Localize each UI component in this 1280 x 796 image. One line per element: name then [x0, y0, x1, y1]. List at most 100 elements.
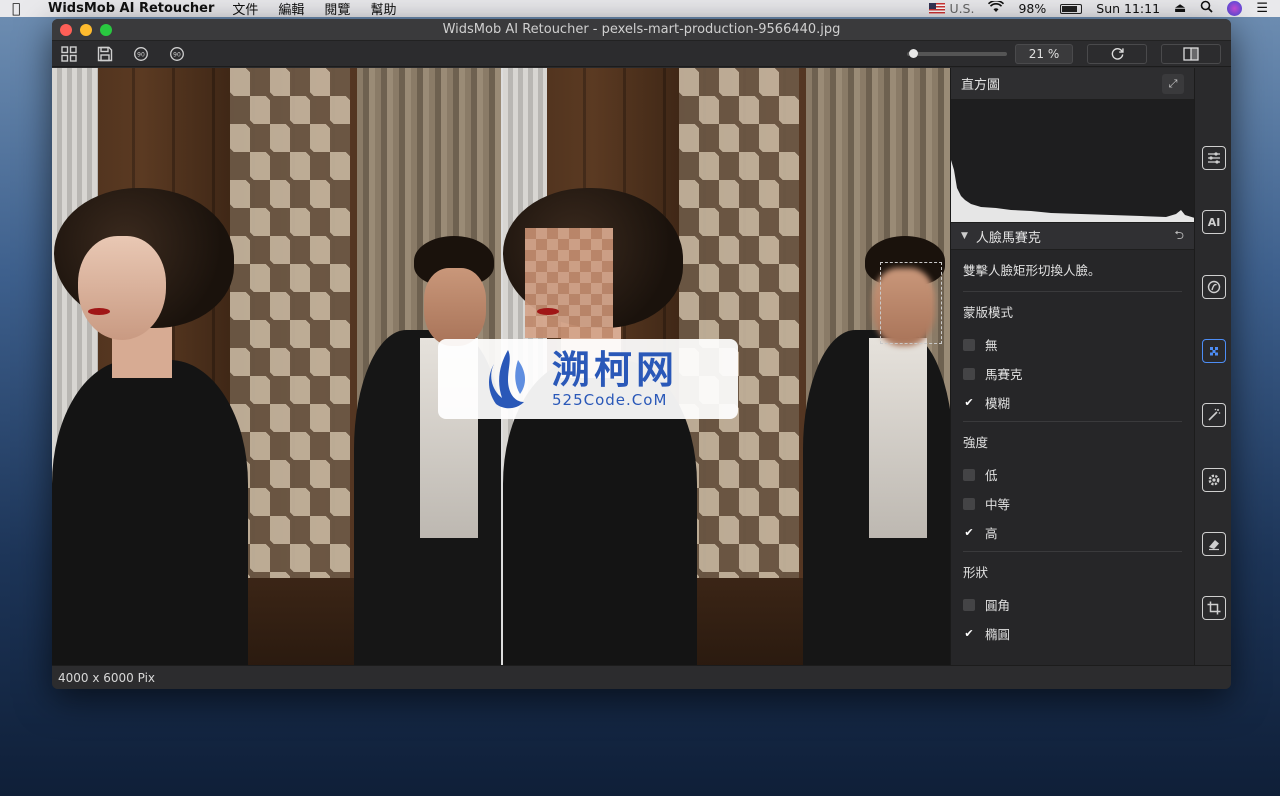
wifi-icon[interactable] — [988, 0, 1005, 17]
input-source[interactable]: U.S. — [929, 1, 974, 16]
option-label: 圓角 — [985, 598, 1011, 613]
face-mosaic-settings: 雙擊人臉矩形切換人臉。 蒙版模式 無 馬賽克 ✔ 模糊 強度 低 中等 ✔ 高 形狀… — [951, 250, 1194, 652]
face-mosaic-section-header[interactable]: ▼ 人臉馬賽克 ⮌ — [951, 222, 1194, 250]
us-flag-icon — [929, 3, 946, 14]
face-rectangle-man[interactable] — [880, 262, 942, 344]
eraser-icon[interactable] — [1202, 532, 1226, 556]
option-label: 低 — [985, 468, 998, 483]
save-icon — [97, 46, 113, 61]
notification-center-icon[interactable]: ☰ — [1256, 1, 1268, 16]
window-title: WidsMob AI Retoucher - pexels-mart-produ… — [442, 22, 841, 37]
checkmark-icon[interactable]: ✔ — [963, 526, 975, 539]
checkbox[interactable] — [963, 598, 975, 611]
portrait-icon[interactable] — [1202, 275, 1226, 299]
photo-scene-original — [52, 68, 501, 665]
menu-edit[interactable]: 編輯 — [278, 0, 304, 18]
mask-mode-group: 蒙版模式 無 馬賽克 ✔ 模糊 — [963, 302, 1182, 422]
rotate-left-icon: 90 — [134, 46, 148, 61]
svg-text:90: 90 — [173, 51, 181, 58]
toolbar: 90 90 21 % — [52, 41, 1231, 67]
intensity-low-option[interactable]: 低 — [963, 460, 1182, 489]
intensity-medium-option[interactable]: 中等 — [963, 489, 1182, 518]
expand-icon[interactable]: ⤢ — [1162, 73, 1184, 94]
option-label: 高 — [985, 526, 998, 541]
option-label: 中等 — [985, 497, 1011, 512]
eject-icon[interactable]: ⏏ — [1174, 1, 1186, 16]
zoom-slider-knob[interactable] — [909, 48, 918, 58]
shape-rounded-option[interactable]: 圓角 — [963, 590, 1182, 619]
crop-icon[interactable] — [1202, 596, 1226, 620]
mask-mode-none-option[interactable]: 無 — [963, 330, 1182, 359]
svg-text:90: 90 — [137, 51, 145, 58]
checkbox[interactable] — [963, 497, 975, 510]
feather-logo-icon — [489, 350, 525, 409]
option-label: 模糊 — [985, 396, 1011, 411]
undo-icon[interactable]: ⮌ — [1174, 226, 1184, 247]
title-bar: WidsMob AI Retoucher - pexels-mart-produ… — [52, 19, 1231, 41]
mask-mode-mosaic-option[interactable]: 馬賽克 — [963, 359, 1182, 388]
watermark-en: 525Code.CoM — [552, 391, 668, 409]
face-mosaic-title: 人臉馬賽克 — [975, 230, 1041, 246]
menu-help[interactable]: 幫助 — [370, 0, 396, 18]
shape-group: 形狀 圓角 ✔ 橢圓 — [963, 562, 1182, 652]
adjustments-sliders-icon[interactable] — [1202, 146, 1226, 170]
checkmark-icon[interactable]: ✔ — [963, 627, 975, 640]
split-view-icon — [1183, 46, 1199, 61]
checkmark-icon[interactable]: ✔ — [963, 396, 975, 409]
status-bar: 4000 x 6000 Pix — [52, 665, 1231, 689]
zoom-slider[interactable] — [907, 48, 1007, 58]
mask-mode-blur-option[interactable]: ✔ 模糊 — [963, 388, 1182, 417]
grid-view-button[interactable] — [56, 43, 82, 65]
battery-icon[interactable] — [1060, 3, 1083, 14]
rotate-left-button[interactable]: 90 — [128, 43, 154, 65]
apple-icon[interactable]:  — [12, 2, 26, 16]
battery-percent: 98% — [1018, 1, 1047, 16]
tool-rail: AI — [1194, 68, 1231, 665]
option-label: 無 — [985, 338, 998, 353]
input-source-label: U.S. — [949, 1, 975, 16]
checkbox[interactable] — [963, 338, 975, 351]
ai-label: AI — [1207, 215, 1221, 229]
settings-gear-icon[interactable] — [1202, 468, 1226, 492]
magic-wand-icon[interactable] — [1202, 403, 1226, 427]
option-label: 馬賽克 — [985, 367, 1023, 382]
menu-view[interactable]: 閱覽 — [324, 0, 350, 18]
adjustment-panel: 直方圖 ⤢ ▼ 人臉馬賽克 ⮌ 雙擊人臉矩形切換人臉。 蒙版模式 無 馬賽克 ✔… — [950, 68, 1194, 665]
histogram-title: 直方圖 — [961, 78, 1001, 93]
reset-button[interactable] — [1087, 43, 1147, 64]
site-watermark: 溯柯网 525Code.CoM — [438, 339, 738, 419]
zoom-level-field[interactable]: 21 % — [1015, 43, 1073, 64]
option-label: 橢圓 — [985, 627, 1011, 642]
menu-app-name[interactable]: WidsMob AI Retoucher — [48, 1, 214, 16]
shape-ellipse-option[interactable]: ✔ 橢圓 — [963, 619, 1182, 648]
ai-enhance-icon[interactable]: AI — [1202, 210, 1226, 234]
compare-view-button[interactable] — [1161, 43, 1221, 64]
histogram-header: 直方圖 ⤢ — [951, 68, 1194, 100]
histogram-chart — [951, 100, 1194, 222]
intensity-group: 強度 低 中等 ✔ 高 — [963, 432, 1182, 552]
face-mosaic-description: 雙擊人臉矩形切換人臉。 — [963, 260, 1182, 292]
menubar-status-area: U.S. 98% Sun 11:11 ⏏ ☰ — [929, 0, 1268, 17]
watermark-text: 溯柯网 525Code.CoM — [552, 349, 678, 409]
face-mosaic-icon[interactable] — [1202, 339, 1226, 363]
collapse-triangle-icon[interactable]: ▼ — [961, 231, 968, 241]
menu-bar:  WidsMob AI Retoucher 文件 編輯 閱覽 幫助 U.S. … — [0, 0, 1280, 18]
image-dimensions: 4000 x 6000 Pix — [58, 670, 156, 685]
menu-file[interactable]: 文件 — [232, 0, 258, 18]
original-image[interactable] — [52, 68, 501, 665]
watermark-cn: 溯柯网 — [552, 348, 679, 392]
mask-mode-title: 蒙版模式 — [963, 305, 1014, 320]
clock[interactable]: Sun 11:11 — [1096, 1, 1160, 16]
save-button[interactable] — [92, 43, 118, 65]
toolbar-right: 21 % — [907, 43, 1227, 64]
siri-icon[interactable] — [1227, 1, 1243, 16]
rotate-right-button[interactable]: 90 — [164, 43, 190, 65]
intensity-high-option[interactable]: ✔ 高 — [963, 518, 1182, 547]
grid-icon — [61, 45, 77, 62]
spotlight-search-icon[interactable] — [1200, 0, 1213, 17]
intensity-title: 強度 — [963, 435, 989, 450]
checkbox[interactable] — [963, 468, 975, 481]
rotate-right-icon: 90 — [170, 46, 184, 61]
checkbox[interactable] — [963, 367, 975, 380]
refresh-icon — [1111, 47, 1124, 60]
